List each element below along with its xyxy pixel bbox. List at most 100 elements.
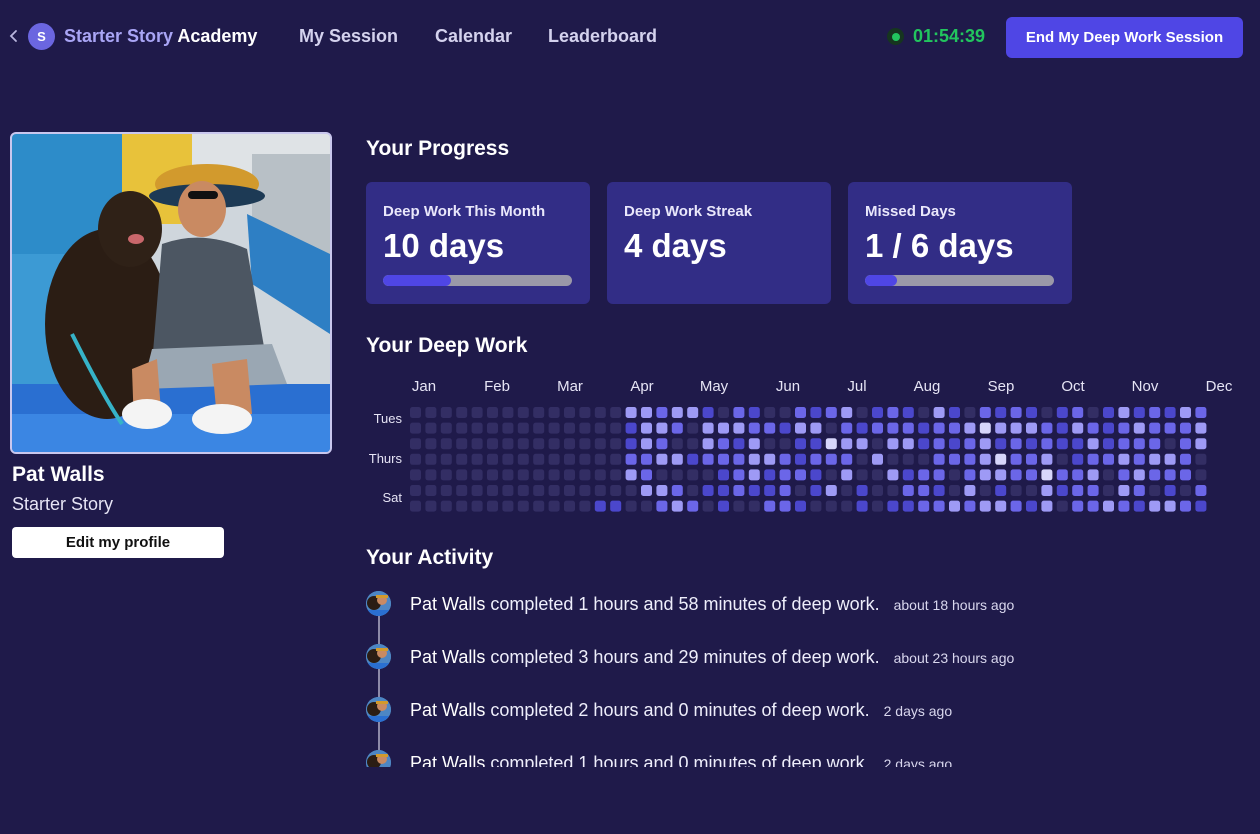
heatmap-cell[interactable] bbox=[687, 422, 699, 434]
heatmap-cell[interactable] bbox=[933, 438, 945, 450]
heatmap-cell[interactable] bbox=[594, 453, 606, 465]
heatmap-cell[interactable] bbox=[1133, 485, 1145, 496]
heatmap-cell[interactable] bbox=[641, 438, 652, 450]
heatmap-cell[interactable] bbox=[702, 438, 714, 450]
activity-user-name[interactable]: Pat Walls bbox=[410, 753, 485, 767]
heatmap-cell[interactable] bbox=[1164, 500, 1176, 512]
heatmap-cell[interactable] bbox=[1195, 438, 1207, 450]
heatmap-cell[interactable] bbox=[671, 407, 683, 418]
heatmap-cell[interactable] bbox=[594, 500, 606, 512]
heatmap-cell[interactable] bbox=[825, 422, 837, 434]
heatmap-cell[interactable] bbox=[471, 500, 483, 512]
heatmap-cell[interactable] bbox=[764, 422, 776, 434]
heatmap-cell[interactable] bbox=[810, 485, 822, 496]
heatmap-cell[interactable] bbox=[1056, 438, 1068, 450]
heatmap-cell[interactable] bbox=[979, 453, 991, 465]
heatmap-cell[interactable] bbox=[718, 469, 729, 481]
heatmap-cell[interactable] bbox=[656, 438, 668, 450]
heatmap-cell[interactable] bbox=[502, 500, 514, 512]
heatmap-cell[interactable] bbox=[872, 485, 883, 496]
heatmap-cell[interactable] bbox=[918, 407, 930, 418]
heatmap-cell[interactable] bbox=[1010, 438, 1022, 450]
heatmap-cell[interactable] bbox=[779, 438, 791, 450]
heatmap-cell[interactable] bbox=[1164, 469, 1176, 481]
heatmap-cell[interactable] bbox=[779, 469, 791, 481]
heatmap-cell[interactable] bbox=[656, 422, 668, 434]
heatmap-cell[interactable] bbox=[610, 453, 622, 465]
heatmap-cell[interactable] bbox=[1072, 453, 1084, 465]
heatmap-cell[interactable] bbox=[1026, 485, 1037, 496]
heatmap-cell[interactable] bbox=[502, 469, 514, 481]
heatmap-cell[interactable] bbox=[579, 485, 591, 496]
heatmap-cell[interactable] bbox=[841, 500, 853, 512]
heatmap-cell[interactable] bbox=[825, 469, 837, 481]
heatmap-cell[interactable] bbox=[548, 500, 560, 512]
heatmap-cell[interactable] bbox=[1010, 453, 1022, 465]
heatmap-cell[interactable] bbox=[1026, 500, 1037, 512]
heatmap-cell[interactable] bbox=[502, 485, 514, 496]
heatmap-cell[interactable] bbox=[1041, 500, 1053, 512]
heatmap-cell[interactable] bbox=[1118, 438, 1130, 450]
heatmap-cell[interactable] bbox=[902, 407, 914, 418]
heatmap-cell[interactable] bbox=[533, 422, 545, 434]
heatmap-cell[interactable] bbox=[1164, 485, 1176, 496]
heatmap-cell[interactable] bbox=[564, 469, 575, 481]
heatmap-cell[interactable] bbox=[671, 453, 683, 465]
heatmap-cell[interactable] bbox=[594, 469, 606, 481]
heatmap-cell[interactable] bbox=[425, 485, 437, 496]
heatmap-cell[interactable] bbox=[1164, 407, 1176, 418]
heatmap-cell[interactable] bbox=[625, 453, 637, 465]
heatmap-cell[interactable] bbox=[779, 422, 791, 434]
heatmap-cell[interactable] bbox=[471, 407, 483, 418]
heatmap-cell[interactable] bbox=[887, 500, 899, 512]
heatmap-cell[interactable] bbox=[733, 438, 745, 450]
heatmap-cell[interactable] bbox=[1133, 500, 1145, 512]
heatmap-cell[interactable] bbox=[887, 453, 899, 465]
heatmap-cell[interactable] bbox=[856, 422, 868, 434]
heatmap-cell[interactable] bbox=[964, 469, 976, 481]
heatmap-cell[interactable] bbox=[487, 485, 498, 496]
heatmap-cell[interactable] bbox=[1010, 500, 1022, 512]
heatmap-cell[interactable] bbox=[594, 438, 606, 450]
heatmap-cell[interactable] bbox=[1118, 453, 1130, 465]
heatmap-cell[interactable] bbox=[440, 500, 452, 512]
heatmap-cell[interactable] bbox=[687, 453, 699, 465]
heatmap-cell[interactable] bbox=[779, 500, 791, 512]
heatmap-cell[interactable] bbox=[1103, 422, 1114, 434]
heatmap-cell[interactable] bbox=[641, 485, 652, 496]
heatmap-cell[interactable] bbox=[795, 453, 806, 465]
heatmap-cell[interactable] bbox=[1149, 469, 1161, 481]
heatmap-cell[interactable] bbox=[1118, 469, 1130, 481]
avatar[interactable] bbox=[366, 697, 391, 722]
heatmap-cell[interactable] bbox=[625, 500, 637, 512]
heatmap-cell[interactable] bbox=[456, 485, 468, 496]
heatmap-cell[interactable] bbox=[1103, 453, 1114, 465]
heatmap-cell[interactable] bbox=[718, 422, 729, 434]
heatmap-cell[interactable] bbox=[748, 422, 760, 434]
heatmap-cell[interactable] bbox=[1149, 453, 1161, 465]
heatmap-cell[interactable] bbox=[1195, 422, 1207, 434]
heatmap-cell[interactable] bbox=[810, 453, 822, 465]
heatmap-cell[interactable] bbox=[1180, 453, 1191, 465]
heatmap-cell[interactable] bbox=[1056, 485, 1068, 496]
heatmap-cell[interactable] bbox=[856, 453, 868, 465]
nav-link-calendar[interactable]: Calendar bbox=[435, 26, 512, 47]
heatmap-cell[interactable] bbox=[1103, 438, 1114, 450]
heatmap-cell[interactable] bbox=[1164, 453, 1176, 465]
heatmap-cell[interactable] bbox=[471, 469, 483, 481]
heatmap-cell[interactable] bbox=[1087, 438, 1099, 450]
heatmap-cell[interactable] bbox=[795, 422, 806, 434]
edit-profile-button[interactable]: Edit my profile bbox=[12, 527, 224, 558]
heatmap-cell[interactable] bbox=[625, 407, 637, 418]
heatmap-cell[interactable] bbox=[795, 469, 806, 481]
heatmap-cell[interactable] bbox=[1087, 422, 1099, 434]
heatmap-cell[interactable] bbox=[1026, 422, 1037, 434]
heatmap-cell[interactable] bbox=[487, 407, 498, 418]
brand-logo[interactable]: S bbox=[28, 23, 55, 50]
heatmap-cell[interactable] bbox=[1056, 500, 1068, 512]
heatmap-cell[interactable] bbox=[949, 438, 960, 450]
heatmap-cell[interactable] bbox=[872, 500, 883, 512]
heatmap-cell[interactable] bbox=[548, 407, 560, 418]
heatmap-cell[interactable] bbox=[764, 453, 776, 465]
heatmap-cell[interactable] bbox=[825, 500, 837, 512]
